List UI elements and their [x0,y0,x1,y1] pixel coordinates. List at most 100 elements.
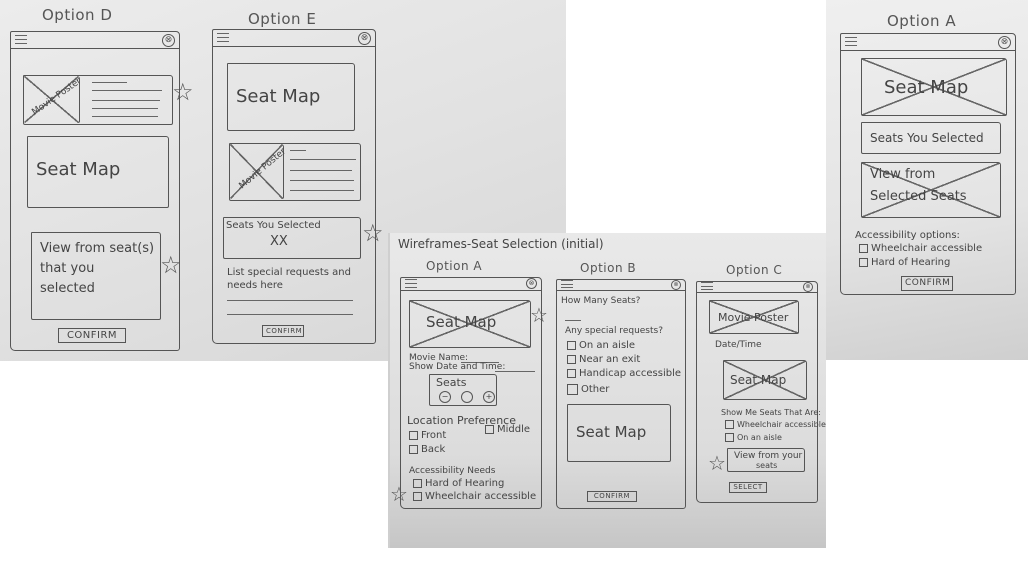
checkbox-hard-of-hearing[interactable]: Hard of Hearing [413,478,504,489]
seat-map-placeholder[interactable]: Seat Map [567,404,671,462]
checkbox-icon[interactable] [567,355,576,364]
checkbox-icon[interactable] [409,431,418,440]
view-from-seats-button[interactable]: View from your seats [727,448,805,472]
checkbox-wheelchair-accessible[interactable]: Wheelchair accessible [725,420,826,429]
close-icon[interactable]: ⊗ [998,36,1011,49]
star-icon: ☆ [172,78,194,106]
decrement-button[interactable]: − [439,391,451,403]
hamburger-menu-icon[interactable] [217,33,229,42]
option-b-header: ⊗ [557,280,685,291]
checkbox-icon[interactable] [859,258,868,267]
text-line [92,100,160,101]
option-b-frame: ⊗ How Many Seats? Any special requests? … [556,279,686,509]
confirm-button[interactable]: CONFIRM [587,491,637,502]
seat-view-line-2: that you [40,261,95,276]
seat-map-placeholder[interactable]: Seat Map [861,58,1007,116]
seat-count-field[interactable] [565,320,581,321]
text-line [92,82,127,83]
checkbox-near-an-exit[interactable]: Near an exit [567,354,640,365]
seat-map-label: Seat Map [426,313,497,331]
checkbox-icon[interactable] [567,369,576,378]
checkbox-icon[interactable] [567,384,578,395]
special-requests-line-1: List special requests and [227,267,351,278]
show-date-field [495,371,535,372]
close-icon[interactable]: ⊗ [358,32,371,45]
seat-view-placeholder: View from Selected Seats [861,162,1001,218]
checkbox-label: On an aisle [737,433,782,442]
special-requests-input-line[interactable] [227,300,353,301]
option-a-initial-title: Option A [426,259,483,273]
confirm-button[interactable]: CONFIRM [58,328,126,343]
star-icon: ☆ [160,251,182,279]
special-requests-label: Any special requests? [565,326,663,336]
hamburger-menu-icon[interactable] [405,279,417,288]
seat-view-placeholder: View from seat(s) that you selected [31,232,161,320]
checkbox-icon[interactable] [409,445,418,454]
accessibility-heading: Accessibility Needs [409,466,496,476]
page-heading: Wireframes-Seat Selection (initial) [398,237,604,251]
view-button-line-2: seats [756,461,778,470]
checkbox-middle[interactable]: Middle [485,424,530,435]
confirm-button[interactable]: CONFIRM [901,276,953,291]
checkbox-handicap-accessible[interactable]: Handicap accessible [567,368,681,379]
select-button[interactable]: SELECT [729,482,767,493]
wireframe-photo-right: Option A ⊗ Seat Map Seats You Selected V… [826,0,1028,360]
hamburger-menu-icon[interactable] [15,35,27,44]
checkbox-icon[interactable] [485,425,494,434]
option-e-title: Option E [248,10,317,28]
star-icon: ☆ [708,451,726,475]
checkbox-on-an-aisle[interactable]: On an aisle [725,433,782,442]
increment-button[interactable]: + [483,391,495,403]
checkbox-icon[interactable] [413,479,422,488]
close-icon[interactable]: ⊗ [671,280,681,290]
checkbox-icon[interactable] [859,244,868,253]
checkbox-on-an-aisle[interactable]: On an aisle [567,340,635,351]
text-line [290,170,352,171]
how-many-seats-label: How Many Seats? [561,296,641,306]
seat-map-label: Seat Map [36,159,121,180]
confirm-button[interactable]: CONFIRM [262,325,304,337]
wireframe-photo-center: Wireframes-Seat Selection (initial) Opti… [388,233,826,548]
checkbox-back[interactable]: Back [409,444,445,455]
movie-poster-label: Movie Poster [718,311,789,324]
seat-map-label: Seat Map [730,373,787,387]
checkbox-icon[interactable] [567,341,576,350]
accessibility-heading: Accessibility options: [855,230,960,241]
option-a-header: ⊗ [841,34,1015,51]
checkbox-front[interactable]: Front [409,430,446,441]
seats-selected-box: Seats You Selected [861,122,1001,154]
checkbox-label: Handicap accessible [579,368,682,379]
checkbox-icon[interactable] [725,433,734,442]
seat-map-label: Seat Map [236,86,321,107]
seat-map-placeholder[interactable]: Seat Map [409,300,531,348]
text-line [92,116,158,117]
seat-view-line-2: Selected Seats [870,189,967,204]
hamburger-menu-icon[interactable] [845,37,857,46]
movie-poster-label: Movie Poster [30,76,84,118]
close-icon[interactable]: ⊗ [803,282,813,292]
checkbox-wheelchair-accessible[interactable]: Wheelchair accessible [413,491,536,502]
stepper-controls: − + [434,391,500,403]
checkbox-label: Wheelchair accessible [737,420,826,429]
seat-map-placeholder[interactable]: Seat Map [227,63,355,131]
checkbox-wheelchair-accessible[interactable]: Wheelchair accessible [859,243,982,254]
option-e-frame: ⊗ Seat Map Movie Poster Seats You Select… [212,29,376,344]
special-requests-input-line[interactable] [227,314,353,315]
checkbox-hard-of-hearing[interactable]: Hard of Hearing [859,257,950,268]
hamburger-menu-icon[interactable] [701,282,713,290]
movie-info-card: Movie Poster [229,143,361,201]
seats-stepper[interactable]: Seats − + [429,374,497,406]
movie-info-card: Movie Poster [23,75,173,125]
movie-poster-placeholder: Movie Poster [24,76,84,123]
close-icon[interactable]: ⊗ [526,278,537,289]
hamburger-menu-icon[interactable] [561,280,573,288]
checkbox-icon[interactable] [413,492,422,501]
option-b-title: Option B [580,261,637,275]
checkbox-label: Wheelchair accessible [425,491,537,502]
seat-map-placeholder[interactable]: Seat Map [27,136,169,208]
checkbox-other[interactable]: Other [567,384,609,395]
seat-map-placeholder[interactable]: Seat Map [723,360,807,400]
close-icon[interactable]: ⊗ [162,34,175,47]
checkbox-icon[interactable] [725,420,734,429]
text-line [290,159,356,160]
